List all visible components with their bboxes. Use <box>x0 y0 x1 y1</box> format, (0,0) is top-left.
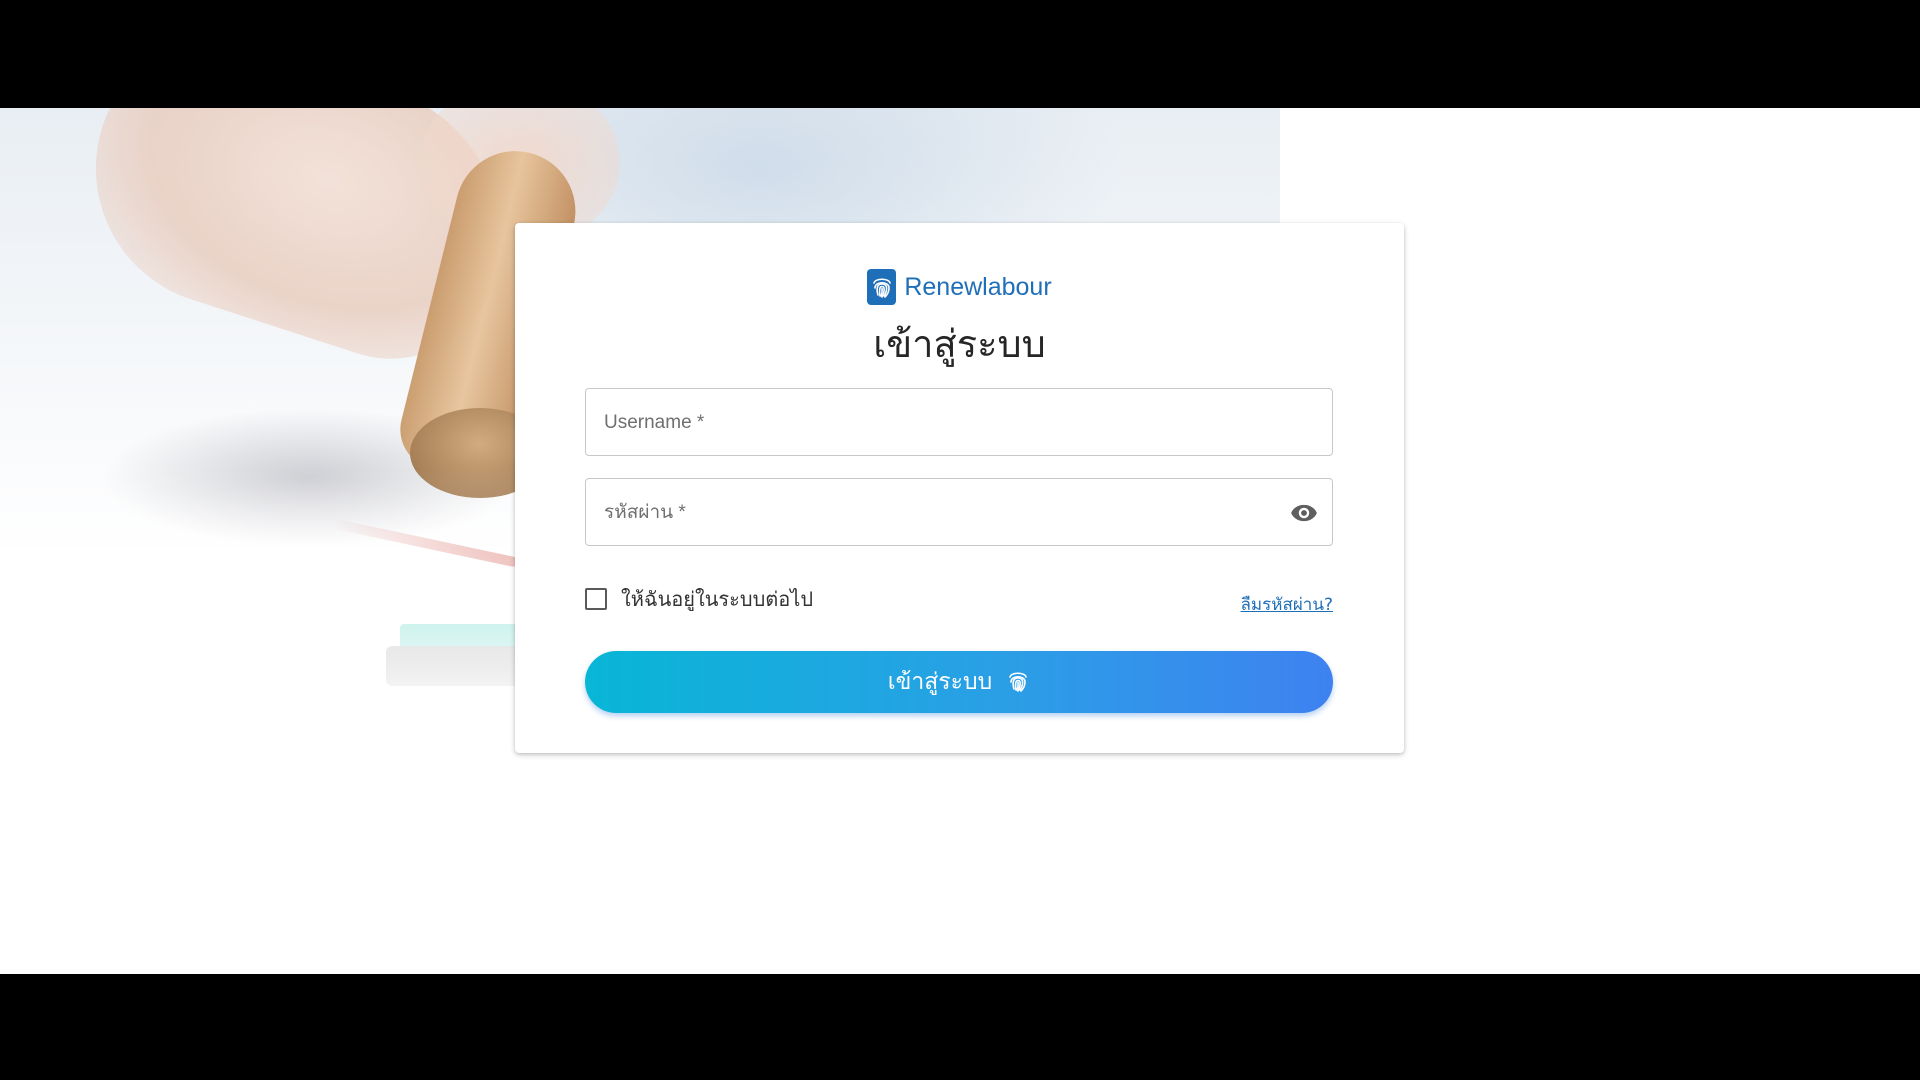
eye-icon[interactable] <box>1290 499 1318 527</box>
password-field[interactable] <box>585 478 1333 547</box>
page-title: เข้าสู่ระบบ <box>873 322 1046 366</box>
letterbox-top <box>0 0 1920 108</box>
login-button-label: เข้าสู่ระบบ <box>887 669 993 695</box>
remember-me-checkbox[interactable] <box>585 588 607 610</box>
login-card: Renewlabour เข้าสู่ระบบ ให้ฉันอยู่ในระบบ… <box>515 223 1404 753</box>
login-page: Renewlabour เข้าสู่ระบบ ให้ฉันอยู่ในระบบ… <box>0 108 1920 974</box>
forgot-password-link[interactable]: ลืมรหัสผ่าน? <box>1241 591 1334 618</box>
password-input[interactable] <box>602 479 1266 547</box>
username-input[interactable] <box>602 389 1266 457</box>
remember-me-label: ให้ฉันอยู่ในระบบต่อไป <box>621 587 814 611</box>
fingerprint-icon <box>867 269 897 305</box>
fingerprint-icon <box>1006 668 1030 697</box>
letterbox-bottom <box>0 974 1920 1080</box>
login-button[interactable]: เข้าสู่ระบบ <box>585 651 1333 713</box>
username-field[interactable] <box>585 388 1333 457</box>
remember-me: ให้ฉันอยู่ในระบบต่อไป <box>585 586 813 612</box>
brand: Renewlabour <box>515 269 1404 305</box>
brand-name: Renewlabour <box>904 272 1052 301</box>
